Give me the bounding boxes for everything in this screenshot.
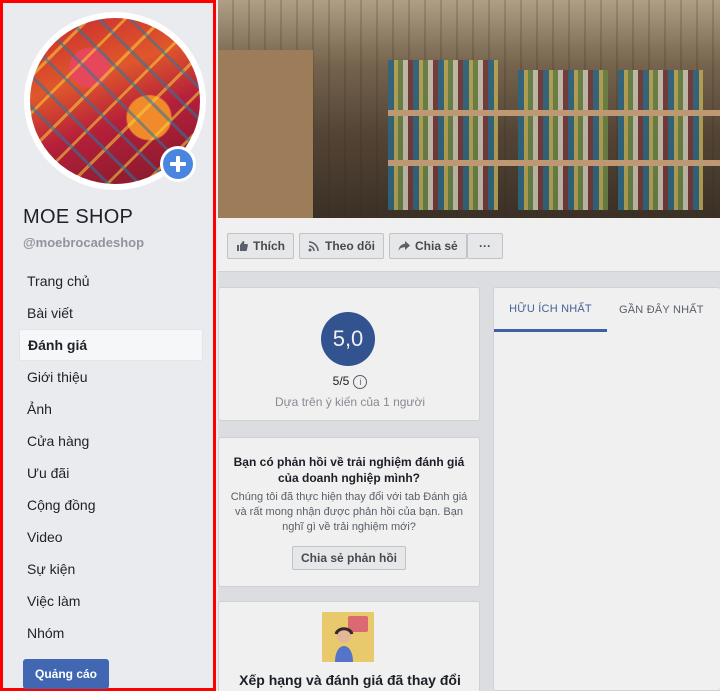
nav-item-reviews[interactable]: Đánh giá xyxy=(19,329,203,361)
cover-wood-panel xyxy=(218,50,313,218)
like-button[interactable]: Thích xyxy=(227,233,294,259)
like-label: Thích xyxy=(253,239,285,253)
rating-summary-card: 5,0 5/5 i Dựa trên ý kiến của 1 người xyxy=(218,287,480,421)
nav-item-posts[interactable]: Bài viết xyxy=(19,297,203,329)
more-options-button[interactable]: ··· xyxy=(467,233,503,259)
feedback-body: Chúng tôi đã thực hiện thay đổi với tab … xyxy=(230,491,468,533)
reviews-tabs-card: HỮU ÍCH NHẤT GẦN ĐÂY NHẤT xyxy=(493,287,720,691)
page-action-bar: Thích Theo dõi Chia sẻ ··· xyxy=(218,218,720,272)
feedback-card: Bạn có phản hồi về trải nghiệm đánh giá … xyxy=(218,437,480,587)
more-options-icon: ··· xyxy=(479,239,491,253)
share-feedback-button[interactable]: Chia sẻ phản hồi xyxy=(292,546,406,570)
cover-fabric-rolls xyxy=(518,70,608,210)
ratings-changed-card: Xếp hạng và đánh giá đã thay đổi xyxy=(218,601,480,691)
tab-most-helpful[interactable]: HỮU ÍCH NHẤT xyxy=(494,288,607,332)
nav-item-events[interactable]: Sự kiện xyxy=(19,553,203,585)
nav-item-offers[interactable]: Ưu đãi xyxy=(19,457,203,489)
rating-score: 5,0 xyxy=(321,312,375,366)
rss-icon xyxy=(308,241,319,252)
feedback-title: Bạn có phản hồi về trải nghiệm đánh giá … xyxy=(233,455,465,485)
cover-shelf xyxy=(388,110,720,116)
rating-based-on: Dựa trên ý kiến của 1 người xyxy=(274,395,425,409)
cover-shelf xyxy=(388,160,720,166)
share-label: Chia sẻ xyxy=(415,239,458,253)
nav-item-photos[interactable]: Ảnh xyxy=(19,393,203,425)
ratings-changed-title: Xếp hạng và đánh giá đã thay đổi xyxy=(239,672,461,688)
cover-fabric-rolls xyxy=(388,60,498,210)
nav-item-jobs[interactable]: Việc làm xyxy=(19,585,203,617)
page-nav: Trang chủ Bài viết Đánh giá Giới thiệu Ả… xyxy=(19,265,203,649)
cover-fabric-rolls xyxy=(618,70,703,210)
share-arrow-icon xyxy=(398,241,410,251)
nav-item-community[interactable]: Cộng đồng xyxy=(19,489,203,521)
info-icon[interactable]: i xyxy=(353,374,368,389)
tab-most-recent[interactable]: GẦN ĐÂY NHẤT xyxy=(619,288,704,332)
add-photo-button[interactable] xyxy=(160,146,196,182)
follow-label: Theo dõi xyxy=(325,239,375,253)
thumbs-up-icon xyxy=(237,241,248,251)
left-sidebar: MOE SHOP @moebrocadeshop Trang chủ Bài v… xyxy=(0,0,216,691)
nav-item-home[interactable]: Trang chủ xyxy=(19,265,203,297)
reviews-illustration-icon xyxy=(322,612,374,662)
rating-out-of: 5/5 i xyxy=(219,374,481,389)
page-title: MOE SHOP xyxy=(23,206,134,228)
follow-button[interactable]: Theo dõi xyxy=(299,233,384,259)
cover-photo[interactable] xyxy=(218,0,720,218)
rating-out-of-text: 5/5 xyxy=(332,374,350,388)
nav-item-groups[interactable]: Nhóm xyxy=(19,617,203,649)
nav-item-about[interactable]: Giới thiệu xyxy=(19,361,203,393)
nav-item-shop[interactable]: Cửa hàng xyxy=(19,425,203,457)
promote-button[interactable]: Quảng cáo xyxy=(23,659,109,689)
share-button[interactable]: Chia sẻ xyxy=(389,233,467,259)
page-username[interactable]: @moebrocadeshop xyxy=(23,235,144,250)
plus-icon xyxy=(163,149,193,179)
nav-item-videos[interactable]: Video xyxy=(19,521,203,553)
